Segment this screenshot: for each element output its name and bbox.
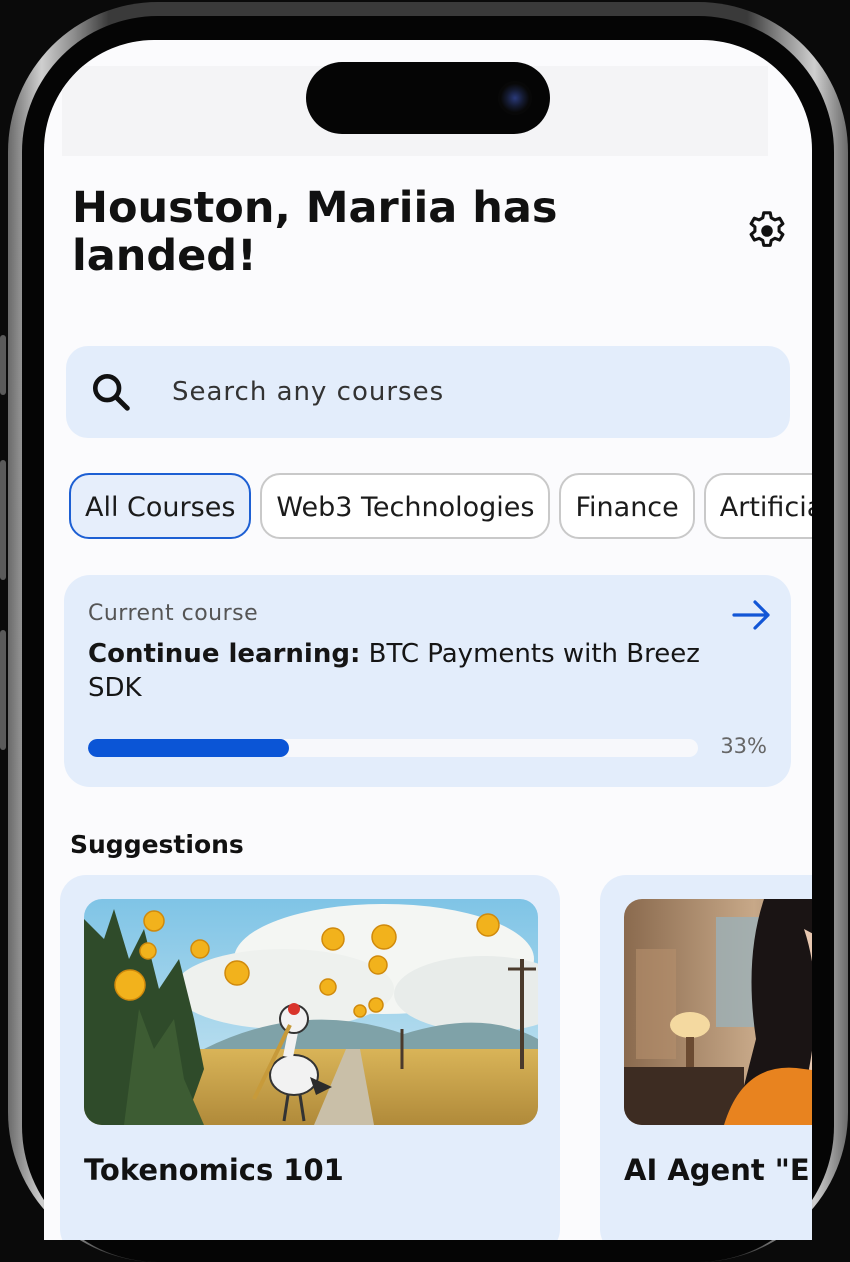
category-filters: All Courses Web3 Technologies Finance Artif… [69, 473, 812, 543]
suggestion-title: Tokenomics 101 [84, 1153, 344, 1187]
suggestion-title: AI Agent "E [624, 1153, 810, 1187]
filter-chip-finance[interactable]: Finance [559, 473, 695, 539]
dynamic-island [306, 62, 550, 134]
search-icon [92, 373, 130, 411]
current-course-label: Current course [88, 601, 259, 626]
side-button [0, 630, 6, 750]
course-thumbnail [84, 899, 538, 1125]
search-bar[interactable] [66, 346, 790, 438]
progress-percent: 33% [720, 734, 767, 758]
course-thumbnail [624, 899, 812, 1125]
page-title: Houston, Mariia has landed! [72, 183, 558, 281]
continue-learning-prefix: Continue learning: [88, 639, 361, 669]
current-course-title: Continue learning: BTC Payments with Bre… [88, 637, 728, 705]
front-camera [498, 81, 532, 115]
search-input[interactable] [170, 376, 714, 408]
side-button [0, 335, 6, 395]
arrow-right-icon[interactable] [731, 597, 773, 633]
course-progress-bar [88, 739, 698, 757]
filter-chip-ai[interactable]: Artificial Intelligence [703, 473, 812, 539]
current-course-card[interactable]: Current course Continue learning: BTC Pa… [64, 575, 791, 787]
progress-fill [88, 739, 290, 757]
app-screen: Houston, Mariia has landed! All CoursesW… [44, 40, 812, 1240]
filter-chip-all-courses[interactable]: All Courses [69, 473, 252, 539]
filter-chip-web3[interactable]: Web3 Technologies [260, 473, 551, 539]
suggestions-heading: Suggestions [70, 830, 244, 859]
settings-button[interactable] [744, 208, 790, 254]
suggestion-card[interactable]: Tokenomics 101 [60, 875, 560, 1240]
side-button [0, 460, 6, 580]
gear-icon [749, 211, 785, 247]
suggestion-card[interactable]: AI Agent "E [600, 875, 812, 1240]
